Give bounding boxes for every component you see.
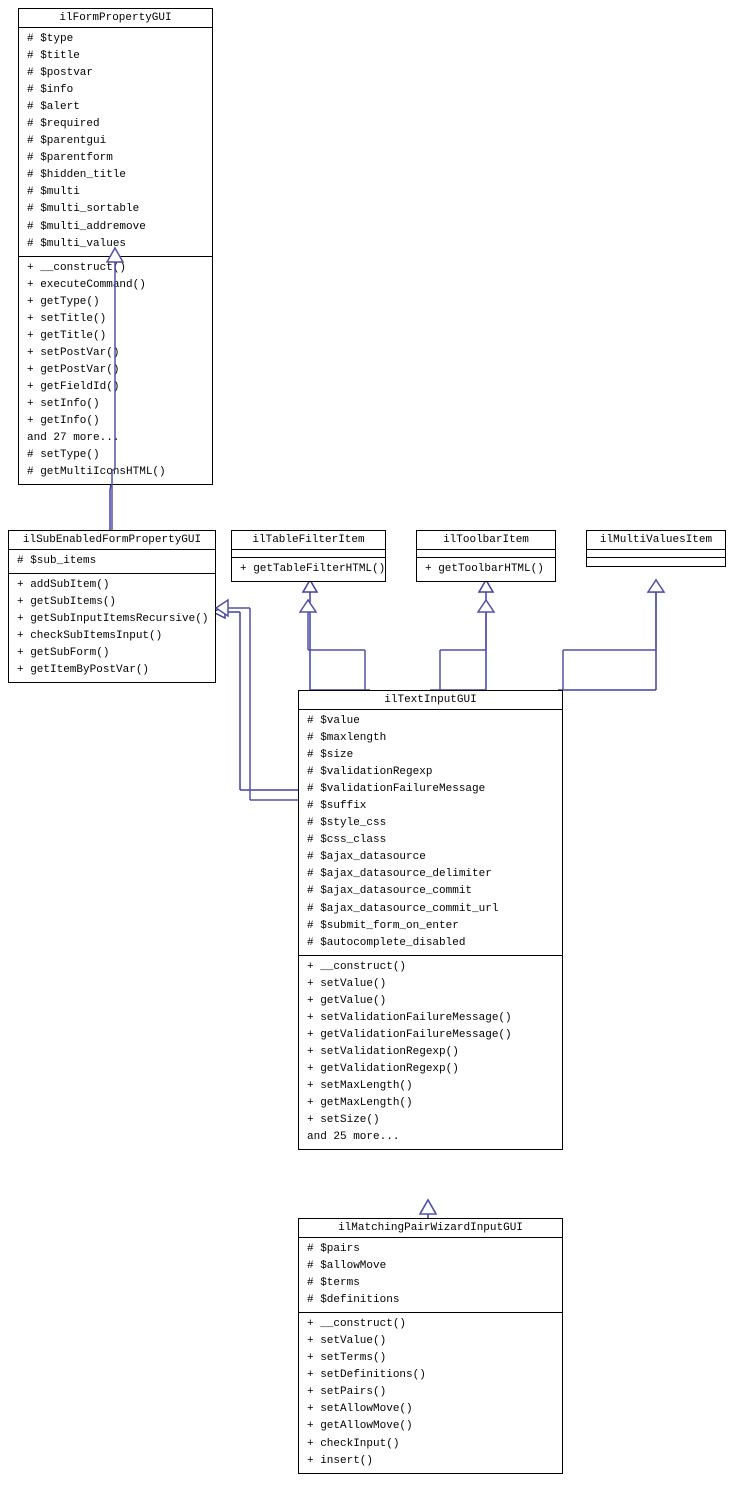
il-multi-values-item-methods <box>587 558 725 566</box>
il-form-property-gui-methods: + __construct() + executeCommand() + get… <box>19 257 212 485</box>
il-toolbar-item-methods: + getToolbarHTML() <box>417 558 555 581</box>
il-form-property-gui-title: ilFormPropertyGUI <box>19 9 212 28</box>
il-text-input-gui-methods: + __construct() + setValue() + getValue(… <box>299 956 562 1150</box>
il-form-property-gui-attributes: # $type # $title # $postvar # $info # $a… <box>19 28 212 257</box>
il-multi-values-item-box: ilMultiValuesItem <box>586 530 726 567</box>
il-sub-enabled-title: ilSubEnabledFormPropertyGUI <box>9 531 215 550</box>
il-matching-pair-attributes: # $pairs # $allowMove # $terms # $defini… <box>299 1238 562 1313</box>
il-table-filter-item-box: ilTableFilterItem + getTableFilterHTML() <box>231 530 386 582</box>
il-multi-values-item-title: ilMultiValuesItem <box>587 531 725 550</box>
il-toolbar-item-attributes <box>417 550 555 558</box>
il-sub-enabled-attributes: # $sub_items <box>9 550 215 574</box>
il-table-filter-item-methods: + getTableFilterHTML() <box>232 558 385 581</box>
il-text-input-gui-attributes: # $value # $maxlength # $size # $validat… <box>299 710 562 956</box>
il-text-input-gui-title: ilTextInputGUI <box>299 691 562 710</box>
il-sub-enabled-form-property-gui-box: ilSubEnabledFormPropertyGUI # $sub_items… <box>8 530 216 683</box>
il-matching-pair-methods: + __construct() + setValue() + setTerms(… <box>299 1313 562 1472</box>
il-toolbar-item-title: ilToolbarItem <box>417 531 555 550</box>
il-text-input-gui-box: ilTextInputGUI # $value # $maxlength # $… <box>298 690 563 1150</box>
il-table-filter-item-title: ilTableFilterItem <box>232 531 385 550</box>
diagram-container: ilFormPropertyGUI # $type # $title # $po… <box>0 0 744 1493</box>
il-multi-values-item-attributes <box>587 550 725 558</box>
il-toolbar-item-box: ilToolbarItem + getToolbarHTML() <box>416 530 556 582</box>
il-form-property-gui-box: ilFormPropertyGUI # $type # $title # $po… <box>18 8 213 485</box>
il-matching-pair-title: ilMatchingPairWizardInputGUI <box>299 1219 562 1238</box>
il-sub-enabled-methods: + addSubItem() + getSubItems() + getSubI… <box>9 574 215 682</box>
il-table-filter-item-attributes <box>232 550 385 558</box>
il-matching-pair-wizard-input-gui-box: ilMatchingPairWizardInputGUI # $pairs # … <box>298 1218 563 1474</box>
